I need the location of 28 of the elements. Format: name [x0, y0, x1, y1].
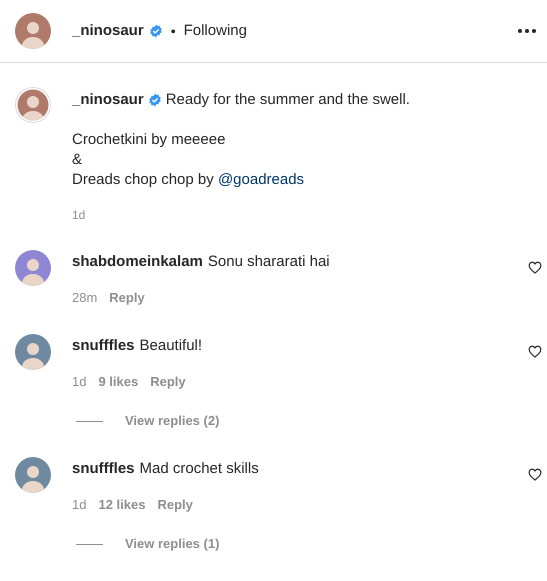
- mention-link[interactable]: @goadreads: [218, 171, 304, 188]
- caption-line: Crochetkini by meeeee: [72, 130, 226, 150]
- timestamp: 28m: [72, 289, 98, 307]
- commenter-name[interactable]: snufffles: [72, 336, 135, 356]
- commenter-name[interactable]: snufffles: [72, 459, 135, 479]
- heart-icon[interactable]: [528, 261, 542, 274]
- caption-text: Ready for the summer and the swell.: [166, 90, 410, 110]
- comment-text: Mad crochet skills: [140, 459, 259, 479]
- username-link[interactable]: _ninosaur: [72, 90, 144, 110]
- timestamp: 1d: [72, 207, 86, 224]
- heart-icon[interactable]: [528, 468, 542, 481]
- separator-dot: •: [170, 22, 176, 40]
- caption-line: Dreads chop chop by @goadreads: [72, 170, 306, 190]
- timestamp: 1d: [72, 373, 86, 391]
- avatar-icon[interactable]: [15, 87, 51, 123]
- avatar-icon[interactable]: [15, 334, 51, 370]
- comment-text: Sonu shararati hai: [208, 252, 330, 272]
- avatar-icon[interactable]: [15, 13, 51, 49]
- avatar-icon[interactable]: [15, 457, 51, 493]
- avatar-icon[interactable]: [15, 250, 51, 286]
- comment-text: Beautiful!: [140, 336, 202, 356]
- more-options-icon[interactable]: [517, 28, 537, 34]
- timestamp: 1d: [72, 496, 86, 514]
- heart-icon[interactable]: [528, 345, 542, 358]
- follow-status-button[interactable]: Following: [184, 20, 247, 42]
- username-link[interactable]: _ninosaur: [72, 20, 144, 42]
- commenter-name[interactable]: shabdomeinkalam: [72, 252, 203, 272]
- caption-line: &: [72, 150, 84, 170]
